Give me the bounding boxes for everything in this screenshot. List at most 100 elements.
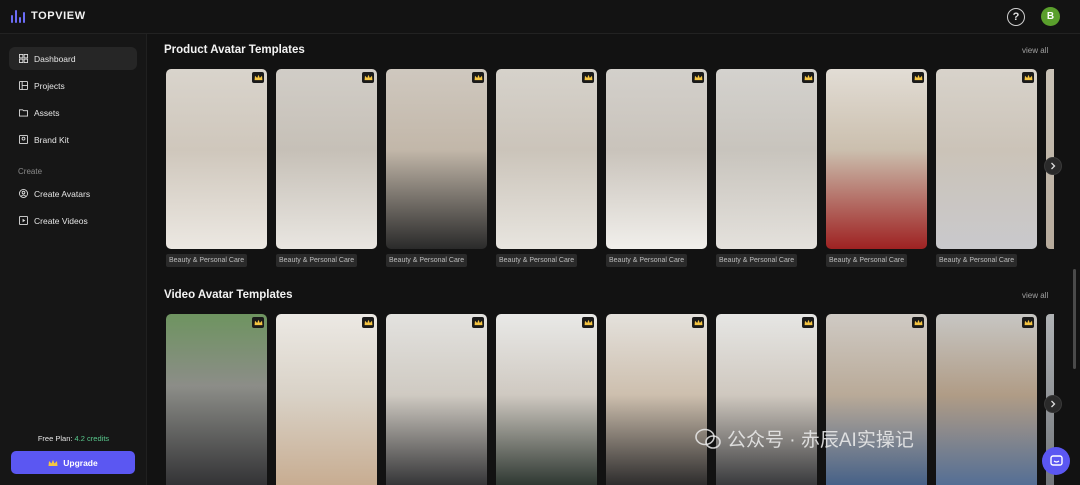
video-template-card[interactable] bbox=[386, 314, 487, 485]
product-next-button[interactable] bbox=[1044, 157, 1062, 175]
premium-crown-icon bbox=[1022, 72, 1034, 83]
template-thumbnail[interactable] bbox=[166, 69, 267, 249]
sidebar-item-create-videos[interactable]: Create Videos bbox=[9, 209, 137, 232]
premium-crown-icon bbox=[362, 72, 374, 83]
category-tag: Beauty & Personal Care bbox=[166, 254, 248, 267]
premium-crown-icon bbox=[1022, 317, 1034, 328]
top-bar: TOPVIEW ? B bbox=[0, 0, 1080, 34]
chat-support-button[interactable] bbox=[1042, 447, 1070, 475]
premium-crown-icon bbox=[912, 72, 924, 83]
sidebar-item-label: Brand Kit bbox=[34, 134, 69, 145]
create-avatar-icon bbox=[19, 189, 28, 198]
wechat-icon bbox=[695, 428, 721, 449]
chevron-right-icon bbox=[1051, 400, 1056, 408]
product-template-card[interactable]: Beauty & Personal Care bbox=[166, 69, 267, 267]
category-tag: Beauty & Personal Care bbox=[386, 254, 468, 267]
product-template-card[interactable]: Beauty & Personal Care bbox=[606, 69, 707, 267]
help-button[interactable]: ? bbox=[1007, 8, 1025, 26]
video-template-card[interactable] bbox=[606, 314, 707, 485]
premium-crown-icon bbox=[582, 72, 594, 83]
template-thumbnail[interactable] bbox=[276, 314, 377, 485]
plan-info: Free Plan: 4.2 credits bbox=[0, 434, 147, 443]
premium-crown-icon bbox=[802, 317, 814, 328]
sidebar-item-projects[interactable]: Projects bbox=[9, 74, 137, 97]
category-tag: Beauty & Personal Care bbox=[826, 254, 908, 267]
video-next-button[interactable] bbox=[1044, 395, 1062, 413]
premium-crown-icon bbox=[472, 317, 484, 328]
upgrade-label: Upgrade bbox=[63, 457, 98, 468]
product-template-card[interactable]: Beauty & Personal Care bbox=[716, 69, 817, 267]
main-content: Product Avatar Templates view all Beauty… bbox=[147, 34, 1080, 485]
template-thumbnail[interactable] bbox=[716, 314, 817, 485]
premium-crown-icon bbox=[252, 72, 264, 83]
video-template-row bbox=[166, 314, 1037, 485]
premium-crown-icon bbox=[692, 72, 704, 83]
chevron-right-icon bbox=[1051, 162, 1056, 170]
product-template-card[interactable]: Beauty & Personal Care bbox=[826, 69, 927, 267]
app-name: TOPVIEW bbox=[31, 10, 86, 22]
create-section-label: Create bbox=[18, 167, 43, 176]
template-thumbnail[interactable] bbox=[276, 69, 377, 249]
sidebar: Dashboard Projects Assets Brand Kit Crea… bbox=[0, 34, 147, 485]
video-template-card[interactable] bbox=[936, 314, 1037, 485]
video-template-card[interactable] bbox=[166, 314, 267, 485]
watermark: 公众号 · 赤辰AI实操记 bbox=[695, 425, 914, 452]
premium-crown-icon bbox=[362, 317, 374, 328]
category-tag: Beauty & Personal Care bbox=[496, 254, 578, 267]
upgrade-button[interactable]: Upgrade bbox=[11, 451, 135, 474]
sidebar-item-label: Assets bbox=[34, 107, 60, 118]
crown-icon bbox=[48, 459, 58, 466]
premium-crown-icon bbox=[252, 317, 264, 328]
template-thumbnail[interactable] bbox=[496, 69, 597, 249]
sidebar-item-dashboard[interactable]: Dashboard bbox=[9, 47, 137, 70]
premium-crown-icon bbox=[802, 72, 814, 83]
sidebar-item-label: Dashboard bbox=[34, 53, 76, 64]
sidebar-item-label: Projects bbox=[34, 80, 65, 91]
premium-crown-icon bbox=[472, 72, 484, 83]
dashboard-icon bbox=[19, 54, 28, 63]
template-thumbnail[interactable] bbox=[606, 314, 707, 485]
logo-icon bbox=[11, 9, 25, 23]
premium-crown-icon bbox=[582, 317, 594, 328]
sidebar-item-assets[interactable]: Assets bbox=[9, 101, 137, 124]
category-tag: Beauty & Personal Care bbox=[936, 254, 1018, 267]
category-tag: Beauty & Personal Care bbox=[716, 254, 798, 267]
user-avatar[interactable]: B bbox=[1041, 7, 1060, 26]
folder-icon bbox=[19, 109, 28, 117]
category-tag: Beauty & Personal Care bbox=[276, 254, 358, 267]
template-thumbnail[interactable] bbox=[386, 314, 487, 485]
watermark-text: 公众号 · 赤辰AI实操记 bbox=[727, 430, 914, 451]
plan-label: Free Plan: bbox=[37, 434, 73, 443]
product-template-card[interactable]: Beauty & Personal Care bbox=[386, 69, 487, 267]
product-view-all-link[interactable]: view all bbox=[1022, 46, 1048, 55]
sidebar-item-label: Create Avatars bbox=[34, 188, 91, 199]
template-thumbnail[interactable] bbox=[386, 69, 487, 249]
app-logo[interactable]: TOPVIEW bbox=[11, 9, 86, 23]
video-template-card[interactable] bbox=[716, 314, 817, 485]
sidebar-item-brand-kit[interactable]: Brand Kit bbox=[9, 128, 137, 151]
chat-icon bbox=[1049, 454, 1063, 466]
product-section-title: Product Avatar Templates bbox=[164, 44, 305, 56]
product-template-card[interactable]: Beauty & Personal Care bbox=[936, 69, 1037, 267]
video-template-card[interactable] bbox=[276, 314, 377, 485]
product-template-card[interactable]: Beauty & Personal Care bbox=[496, 69, 597, 267]
template-thumbnail[interactable] bbox=[606, 69, 707, 249]
sidebar-item-label: Create Videos bbox=[34, 215, 88, 226]
template-thumbnail[interactable] bbox=[166, 314, 267, 485]
sidebar-item-create-avatars[interactable]: Create Avatars bbox=[9, 182, 137, 205]
template-thumbnail[interactable] bbox=[826, 314, 927, 485]
template-thumbnail[interactable] bbox=[496, 314, 597, 485]
premium-crown-icon bbox=[912, 317, 924, 328]
template-thumbnail[interactable] bbox=[936, 314, 1037, 485]
plan-credits: 4.2 credits bbox=[74, 434, 110, 443]
category-tag: Beauty & Personal Care bbox=[606, 254, 688, 267]
video-template-card[interactable] bbox=[826, 314, 927, 485]
create-video-icon bbox=[19, 216, 28, 225]
template-thumbnail[interactable] bbox=[826, 69, 927, 249]
template-thumbnail[interactable] bbox=[936, 69, 1037, 249]
main-scrollbar[interactable] bbox=[1073, 269, 1076, 369]
template-thumbnail[interactable] bbox=[716, 69, 817, 249]
product-template-card[interactable]: Beauty & Personal Care bbox=[276, 69, 377, 267]
video-template-card[interactable] bbox=[496, 314, 597, 485]
video-view-all-link[interactable]: view all bbox=[1022, 291, 1048, 300]
